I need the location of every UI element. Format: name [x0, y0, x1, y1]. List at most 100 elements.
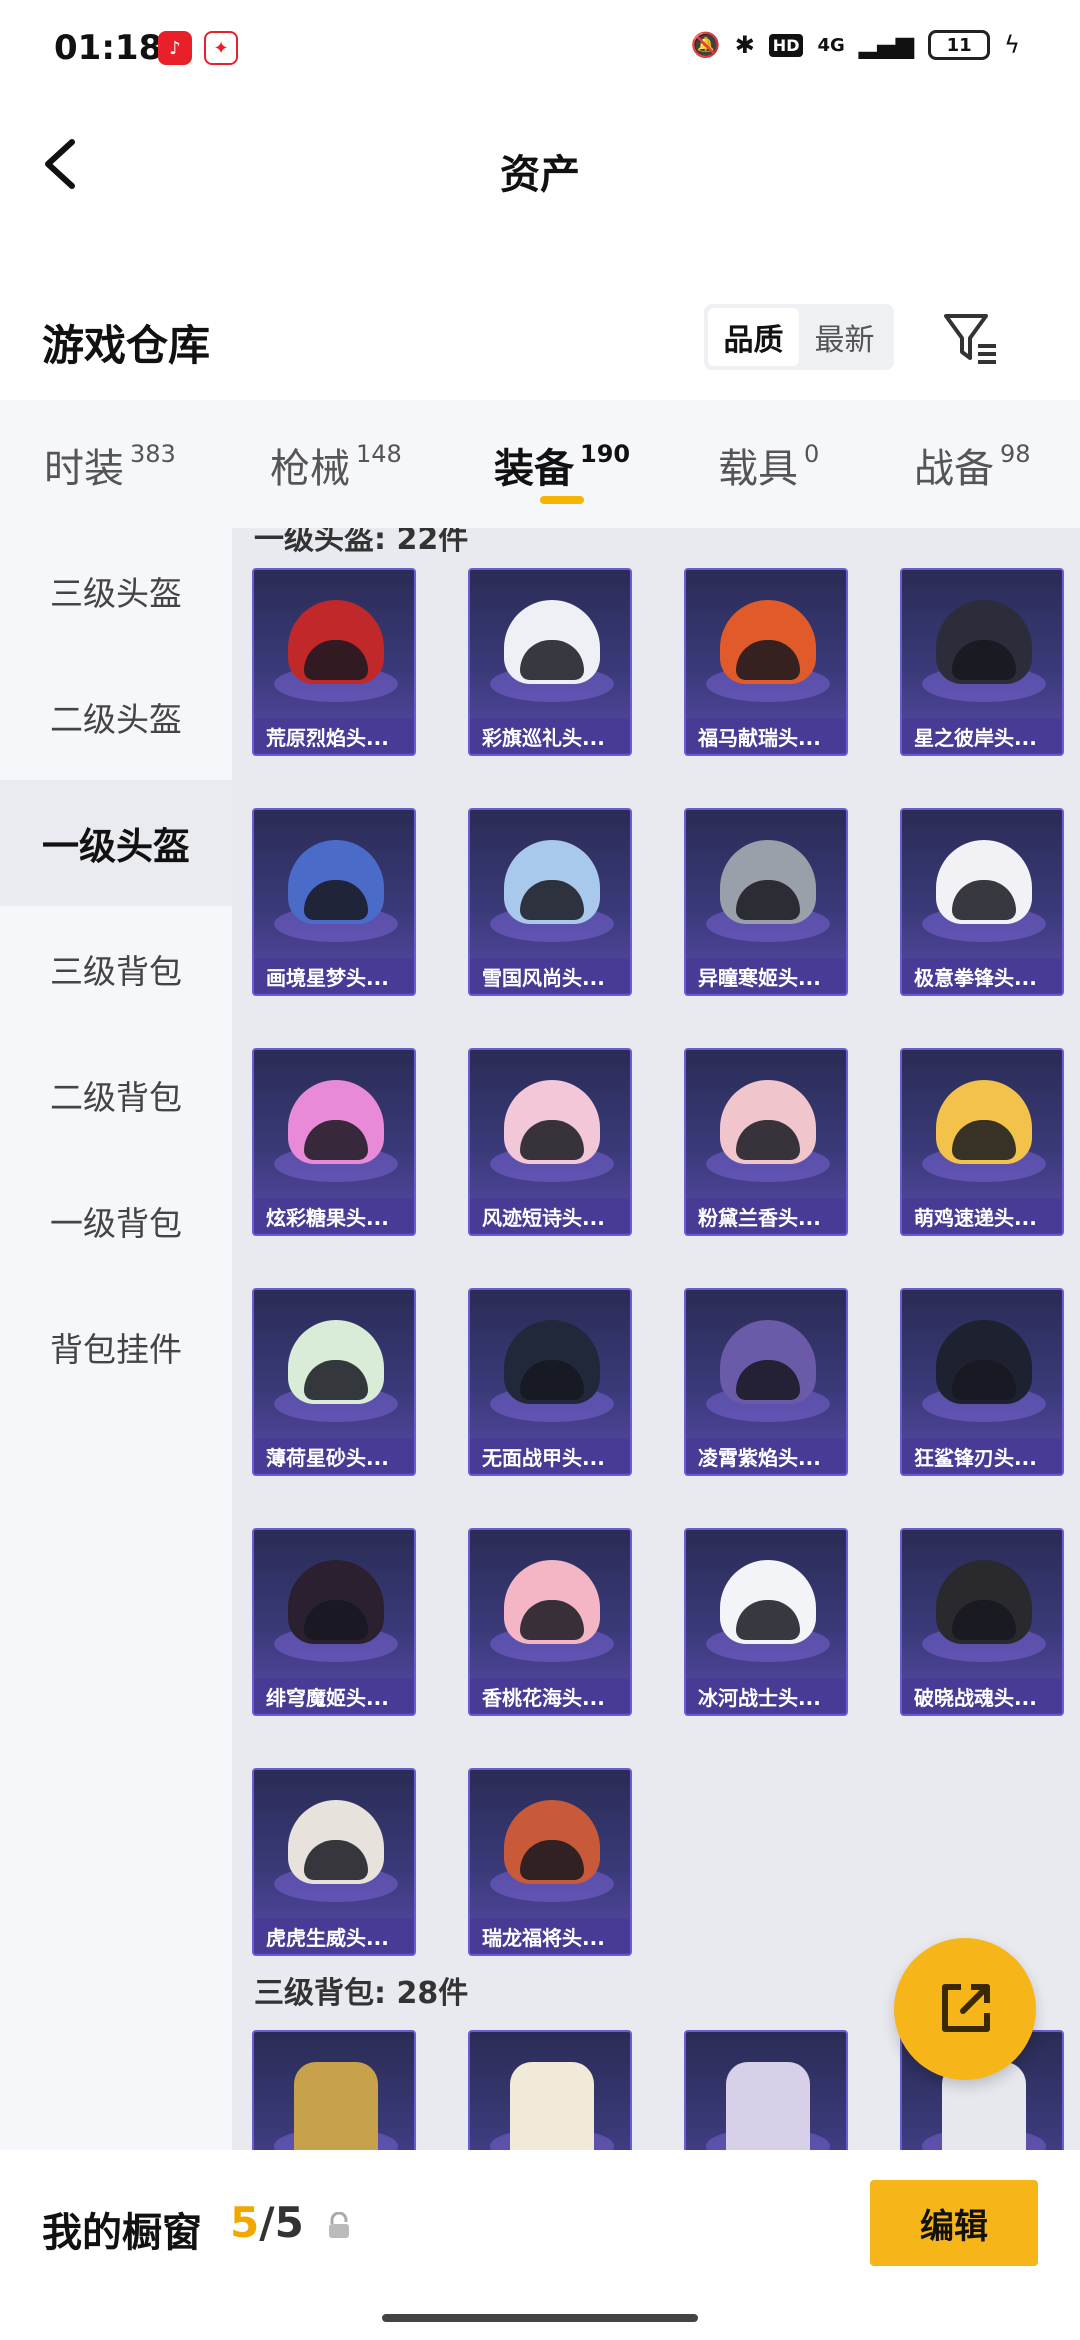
- tab-label: 载具: [718, 446, 798, 492]
- card-name: 破晓战魂头...: [902, 1678, 1062, 1714]
- group-label-backpack-lv3: 三级背包: 28件: [254, 1976, 469, 2011]
- bluetooth-icon: ✱: [734, 31, 755, 59]
- mute-icon: 🔕: [690, 31, 721, 59]
- page-title: 资产: [500, 152, 580, 198]
- network-icon: 4G: [817, 34, 845, 56]
- helmet-card[interactable]: 虎虎生威头...: [252, 1768, 416, 1956]
- helmet-card[interactable]: 香桃花海头...: [468, 1528, 632, 1716]
- card-name: 星之彼岸头...: [902, 718, 1062, 754]
- hd-icon: HD: [768, 33, 804, 57]
- helmet-card[interactable]: 雪国风尚头...: [468, 808, 632, 996]
- sort-quality-button[interactable]: 品质: [708, 308, 799, 366]
- tab-label: 战备: [914, 446, 994, 492]
- tab-label: 枪械: [270, 446, 350, 492]
- helmet-grid: 荒原烈焰头... 彩旗巡礼头... 福马献瑞头... 星之彼岸头... 画境星梦头...…: [252, 568, 1064, 1956]
- helmet-card[interactable]: 瑞龙福将头...: [468, 1768, 632, 1956]
- group-label-helmet-lv1: 一级头盔: 22件: [254, 528, 469, 557]
- lock-icon: [329, 2212, 349, 2238]
- card-name: 冰河战士头...: [686, 1678, 846, 1714]
- helmet-card[interactable]: 极意拳锋头...: [900, 808, 1064, 996]
- helmet-card[interactable]: 风迹短诗头...: [468, 1048, 632, 1236]
- showcase-total: /5: [259, 2198, 304, 2247]
- tab-fashion[interactable]: 时装 383: [44, 436, 176, 494]
- sidebar-item-backpack-lv2[interactable]: 二级背包: [0, 1032, 232, 1158]
- filter-icon: [944, 314, 996, 364]
- item-content: 一级头盔: 22件 荒原烈焰头... 彩旗巡礼头... 福马献瑞头... 星之彼岸头.…: [232, 528, 1080, 2150]
- charging-icon: ϟ: [1004, 31, 1020, 59]
- signal-icon: ▂▄▆: [858, 31, 915, 59]
- sidebar-item-helmet-lv2[interactable]: 二级头盔: [0, 654, 232, 780]
- backpack-card[interactable]: [252, 2030, 416, 2150]
- sidebar-item-backpack-charm[interactable]: 背包挂件: [0, 1284, 232, 1410]
- sort-toggle: 品质 最新: [704, 304, 894, 370]
- helmet-card[interactable]: 彩旗巡礼头...: [468, 568, 632, 756]
- backpack-card[interactable]: [684, 2030, 848, 2150]
- card-name: 凌霄紫焰头...: [686, 1438, 846, 1474]
- helmet-card[interactable]: 凌霄紫焰头...: [684, 1288, 848, 1476]
- home-indicator: [382, 2314, 698, 2322]
- sidebar-item-backpack-lv1[interactable]: 一级背包: [0, 1158, 232, 1284]
- tab-equipment[interactable]: 装备 190: [494, 436, 630, 494]
- tab-count: 0: [804, 440, 820, 468]
- sort-latest-button[interactable]: 最新: [799, 308, 890, 366]
- tab-count: 383: [130, 440, 176, 468]
- helmet-card[interactable]: 冰河战士头...: [684, 1528, 848, 1716]
- helmet-card[interactable]: 炫彩糖果头...: [252, 1048, 416, 1236]
- helmet-card[interactable]: 薄荷星砂头...: [252, 1288, 416, 1476]
- showcase-bar: 我的橱窗 5/5 编辑: [0, 2150, 1080, 2340]
- helmet-card[interactable]: 绯穹魔姬头...: [252, 1528, 416, 1716]
- card-name: 炫彩糖果头...: [254, 1198, 414, 1234]
- card-name: 粉黛兰香头...: [686, 1198, 846, 1234]
- card-name: 彩旗巡礼头...: [470, 718, 630, 754]
- showcase-count: 5/5: [230, 2198, 304, 2247]
- section-title: 游戏仓库: [42, 321, 211, 370]
- card-name: 极意拳锋头...: [902, 958, 1062, 994]
- card-name: 虎虎生威头...: [254, 1918, 414, 1954]
- card-name: 风迹短诗头...: [470, 1198, 630, 1234]
- sidebar-item-helmet-lv1[interactable]: 一级头盔: [0, 780, 232, 906]
- card-name: 瑞龙福将头...: [470, 1918, 630, 1954]
- status-bar: 01:18 ♪ ✦ 🔕 ✱ HD 4G ▂▄▆ 11 ϟ: [0, 0, 1080, 96]
- showcase-label: 我的橱窗: [42, 2210, 202, 2256]
- active-tab-indicator: [540, 496, 584, 504]
- helmet-card[interactable]: 星之彼岸头...: [900, 568, 1064, 756]
- tab-supplies[interactable]: 战备 98: [914, 436, 1031, 494]
- share-fab-button[interactable]: [894, 1938, 1036, 2080]
- helmet-card[interactable]: 画境星梦头...: [252, 808, 416, 996]
- app-notification-icon: ✦: [204, 31, 238, 65]
- edit-showcase-button[interactable]: 编辑: [870, 2180, 1038, 2266]
- helmet-card[interactable]: 福马献瑞头...: [684, 568, 848, 756]
- title-bar: 资产: [0, 96, 1080, 246]
- helmet-card[interactable]: 狂鲨锋刃头...: [900, 1288, 1064, 1476]
- sidebar-item-helmet-lv3[interactable]: 三级头盔: [0, 528, 232, 654]
- backpack-icon: [726, 2062, 810, 2150]
- card-name: 异瞳寒姬头...: [686, 958, 846, 994]
- sidebar: 三级头盔 二级头盔 一级头盔 三级背包 二级背包 一级背包 背包挂件: [0, 528, 232, 2150]
- helmet-card[interactable]: 破晓战魂头...: [900, 1528, 1064, 1716]
- tab-weapons[interactable]: 枪械 148: [270, 436, 402, 494]
- helmet-card[interactable]: 粉黛兰香头...: [684, 1048, 848, 1236]
- showcase-current: 5: [230, 2198, 260, 2247]
- backpack-card[interactable]: [468, 2030, 632, 2150]
- card-name: 香桃花海头...: [470, 1678, 630, 1714]
- tab-count: 148: [356, 440, 402, 468]
- status-time: 01:18: [54, 28, 163, 68]
- helmet-card[interactable]: 无面战甲头...: [468, 1288, 632, 1476]
- card-name: 绯穹魔姬头...: [254, 1678, 414, 1714]
- tab-vehicles[interactable]: 载具 0: [718, 436, 819, 494]
- card-name: 薄荷星砂头...: [254, 1438, 414, 1474]
- tab-count: 98: [1000, 440, 1031, 468]
- external-link-icon: [942, 1984, 990, 2032]
- card-name: 狂鲨锋刃头...: [902, 1438, 1062, 1474]
- helmet-card[interactable]: 异瞳寒姬头...: [684, 808, 848, 996]
- sidebar-item-backpack-lv3[interactable]: 三级背包: [0, 906, 232, 1032]
- music-app-icon: ♪: [158, 31, 192, 65]
- card-name: 福马献瑞头...: [686, 718, 846, 754]
- card-name: 无面战甲头...: [470, 1438, 630, 1474]
- battery-icon: 11: [928, 30, 991, 60]
- filter-button[interactable]: [940, 308, 1000, 368]
- section-header: 游戏仓库 品质 最新: [0, 246, 1080, 400]
- card-name: 荒原烈焰头...: [254, 718, 414, 754]
- helmet-card[interactable]: 萌鸡速递头...: [900, 1048, 1064, 1236]
- helmet-card[interactable]: 荒原烈焰头...: [252, 568, 416, 756]
